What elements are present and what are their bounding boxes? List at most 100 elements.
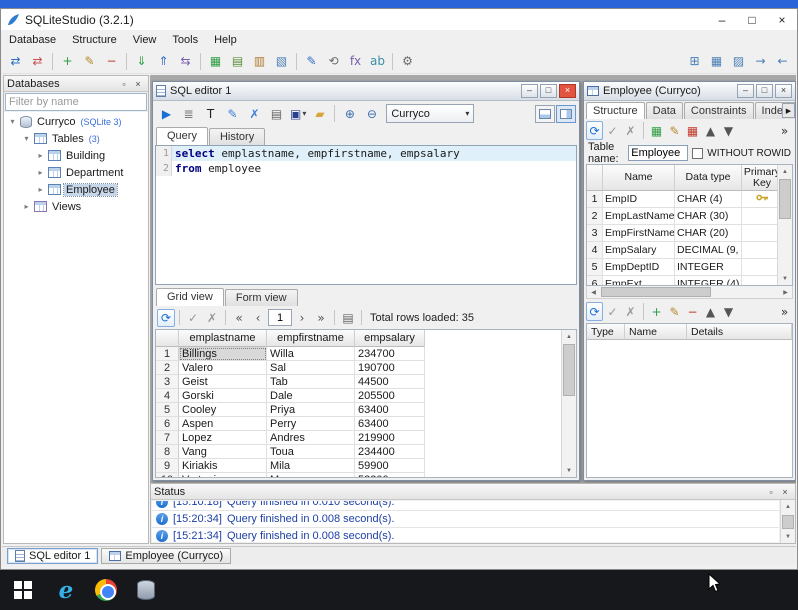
results-cell[interactable]: Andres [267,431,355,445]
column-name-cell[interactable]: EmpFirstName [603,225,675,242]
filter-databases-input[interactable] [5,93,147,111]
expander-icon[interactable]: ▾ [22,134,31,143]
results-cell[interactable]: Vartanian [179,473,267,477]
column-type-cell[interactable]: DECIMAL (9, 2) [675,242,742,259]
column-type-cell[interactable]: CHAR (4) [675,191,742,208]
tree-item-tables[interactable]: ▾ Tables (3) [4,130,148,147]
results-cell[interactable]: Tab [267,375,355,389]
results-cell[interactable]: 63400 [355,403,425,417]
expander-icon[interactable]: ▸ [22,202,31,211]
edit-column-button[interactable]: ✎ [666,121,683,140]
sql-minimize-button[interactable]: – [521,84,538,98]
employee-maximize-button[interactable]: □ [756,84,773,98]
column-header-emplastname[interactable]: emplastname [179,330,267,347]
commit-structure-changes-button[interactable]: ✓ [604,121,621,140]
column-name-cell[interactable]: EmpDeptID [603,259,675,276]
column-name-cell[interactable]: EmpExt [603,276,675,285]
new-trigger-button[interactable]: ▥ [249,51,270,72]
edit-database-button[interactable]: ✎ [79,51,100,72]
column-header-name[interactable]: Name [603,165,675,191]
results-cell[interactable]: 63400 [355,417,425,431]
results-cell[interactable]: Vang [179,445,267,459]
results-cell[interactable]: 205500 [355,389,425,403]
close-panel-button[interactable]: × [131,77,145,90]
rollback-constraints-changes-button[interactable]: ✗ [622,302,639,321]
refresh-results-button[interactable]: ⟳ [157,308,175,327]
scroll-down-button[interactable]: ▼ [778,272,792,285]
add-database-button[interactable]: + [57,51,78,72]
edit-table-constraint-button[interactable]: ✎ [666,302,683,321]
tab-query[interactable]: Query [156,127,208,145]
sql-maximize-button[interactable]: □ [540,84,557,98]
import-button[interactable]: ⇓ [131,51,152,72]
open-ddl-history-button[interactable]: ⟲ [323,51,344,72]
scrollbar-thumb[interactable] [779,179,791,219]
database-combo[interactable]: Curryco ▾ [386,104,475,123]
delete-table-constraint-button[interactable]: − [684,302,701,321]
column-header-empfirstname[interactable]: empfirstname [267,330,355,347]
column-type-cell[interactable]: CHAR (30) [675,208,742,225]
move-column-up-button[interactable]: ▲ [702,121,719,140]
rollback-structure-changes-button[interactable]: ✗ [622,121,639,140]
menu-database[interactable]: Database [1,30,64,49]
window-tab-2[interactable]: Employee (Curryco) [101,548,232,564]
results-cell[interactable]: Toua [267,445,355,459]
results-cell[interactable]: Sal [267,361,355,375]
column-header-name[interactable]: Name [625,324,687,340]
expander-icon[interactable]: ▾ [8,117,17,126]
first-page-button[interactable]: « [230,309,248,327]
results-cell[interactable]: 44500 [355,375,425,389]
column-name-cell[interactable]: EmpLastName [603,208,675,225]
delete-column-button[interactable]: ▦ [684,121,701,140]
structure-toolbar-overflow-button[interactable]: » [776,121,793,140]
next-page-button[interactable]: › [293,309,311,327]
results-right-toggle[interactable] [556,104,576,123]
results-cell[interactable]: Aspen [179,417,267,431]
results-cell[interactable]: 234400 [355,445,425,459]
scroll-up-button[interactable]: ▲ [778,165,792,178]
refresh-structure-button[interactable]: ⟳ [586,121,603,140]
column-header-details[interactable]: Details [687,324,792,340]
open-collation-editor-button[interactable]: ab [367,51,388,72]
taskbar-app-button[interactable] [126,570,166,610]
table-name-input[interactable] [628,145,689,161]
results-cell[interactable]: 219900 [355,431,425,445]
create-view-from-query-button[interactable]: ✎ [222,103,243,124]
open-sql-editor-button[interactable]: ✎ [301,51,322,72]
results-cell[interactable]: Mila [267,459,355,473]
close-status-button[interactable]: × [778,485,792,498]
connect-database-button[interactable]: ⇄ [5,51,26,72]
tile-windows-button[interactable]: ▦ [706,51,727,72]
expander-icon[interactable]: ▸ [36,151,45,160]
expander-icon[interactable]: ▸ [36,168,45,177]
open-function-editor-button[interactable]: fx [345,51,366,72]
results-cell[interactable]: 59900 [355,459,425,473]
commit-constraints-changes-button[interactable]: ✓ [604,302,621,321]
window-tab-1[interactable]: SQL editor 1 [7,548,99,564]
column-name-cell[interactable]: EmpSalary [603,242,675,259]
minimize-button[interactable]: – [707,9,737,30]
column-type-cell[interactable]: CHAR (20) [675,225,742,242]
new-index-button[interactable]: ▤ [227,51,248,72]
new-view-button[interactable]: ▧ [271,51,292,72]
disconnect-database-button[interactable]: ⇄ [27,51,48,72]
load-sql-from-file-button[interactable]: ▰ [309,103,330,124]
scroll-left-button[interactable]: ◀ [587,286,600,298]
move-constraint-down-button[interactable]: ▼ [720,302,737,321]
scroll-right-button[interactable]: ▶ [779,286,792,298]
scroll-up-button[interactable]: ▲ [562,330,576,343]
results-cell[interactable]: Geist [179,375,267,389]
constraints-toolbar-overflow-button[interactable]: » [776,302,793,321]
structure-vertical-scrollbar[interactable]: ▲ ▼ [777,165,792,285]
start-button[interactable] [0,570,46,610]
tab-scroll-right-button[interactable]: ▶ [782,103,795,118]
scroll-down-button[interactable]: ▼ [781,530,795,543]
export-button[interactable]: ⇑ [153,51,174,72]
cascade-windows-button[interactable]: ▨ [728,51,749,72]
last-page-button[interactable]: » [312,309,330,327]
refresh-constraints-button[interactable]: ⟳ [586,302,603,321]
undock-status-button[interactable]: ▫ [764,485,778,498]
results-cell[interactable]: Valero [179,361,267,375]
remove-database-button[interactable]: − [101,51,122,72]
convert-database-button[interactable]: ⇆ [175,51,196,72]
